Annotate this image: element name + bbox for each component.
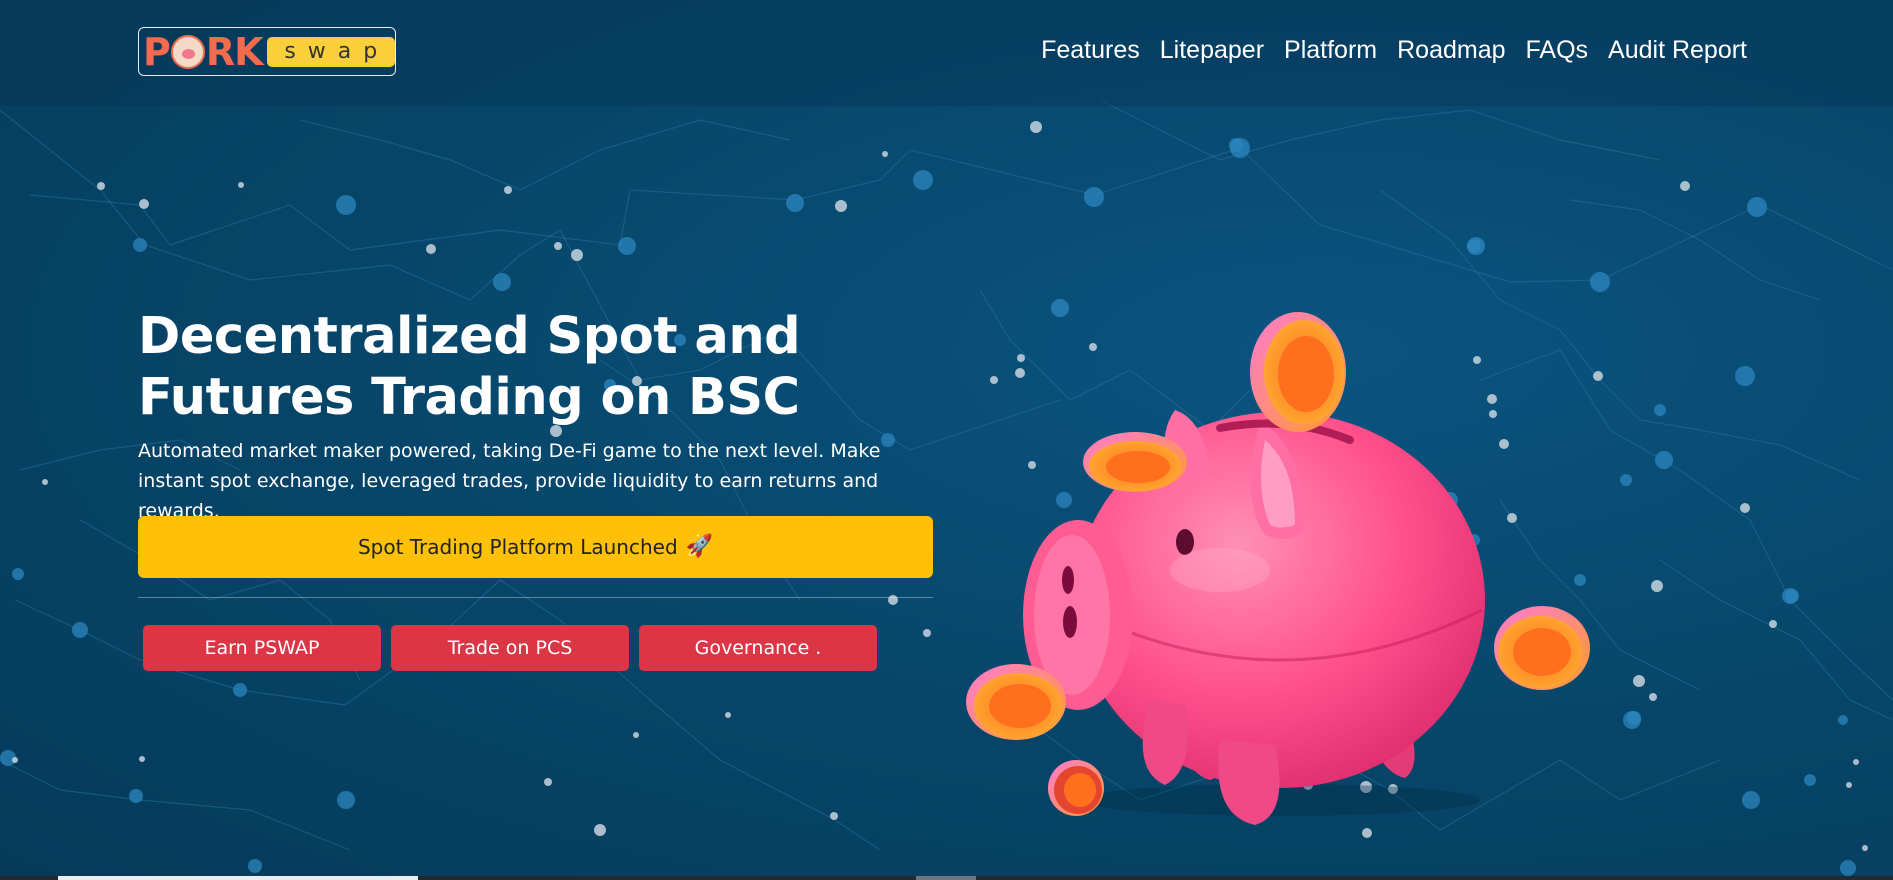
governance-button[interactable]: Governance . xyxy=(639,625,877,671)
rocket-icon: 🚀 xyxy=(685,534,714,559)
logo-pork-text: P RK xyxy=(143,29,264,74)
earn-pswap-button[interactable]: Earn PSWAP xyxy=(143,625,381,671)
piggy-bank-with-coins-icon xyxy=(966,312,1590,825)
logo-letters-rk: RK xyxy=(205,29,264,74)
porkswap-logo[interactable]: P RK swap xyxy=(138,27,396,76)
spot-trading-launched-button[interactable]: Spot Trading Platform Launched 🚀 xyxy=(138,516,933,578)
hero-divider xyxy=(138,597,933,598)
nav-link-platform[interactable]: Platform xyxy=(1284,36,1377,65)
nav-link-faqs[interactable]: FAQs xyxy=(1526,36,1589,65)
hero-title: Decentralized Spot and Futures Trading o… xyxy=(138,307,801,427)
nav-link-litepaper[interactable]: Litepaper xyxy=(1160,36,1264,65)
logo-swap-text: swap xyxy=(284,39,390,64)
launch-button-label: Spot Trading Platform Launched xyxy=(357,535,678,559)
logo-letter-p: P xyxy=(143,29,171,74)
pig-face-icon xyxy=(170,34,205,69)
page: P RK swap Features Litepaper Platform Ro… xyxy=(0,0,1893,880)
nav-link-roadmap[interactable]: Roadmap xyxy=(1397,36,1505,65)
scroll-indicator xyxy=(0,876,1893,880)
hero-subtitle: Automated market maker powered, taking D… xyxy=(138,440,881,522)
nav-link-audit-report[interactable]: Audit Report xyxy=(1608,36,1747,65)
logo-swap-box: swap xyxy=(266,36,395,67)
scroll-indicator-active xyxy=(58,876,418,880)
trade-on-pcs-button[interactable]: Trade on PCS xyxy=(391,625,629,671)
scroll-indicator-thumb xyxy=(916,876,976,880)
main-nav: Features Litepaper Platform Roadmap FAQs… xyxy=(1041,36,1747,65)
hero-action-buttons: Earn PSWAP Trade on PCS Governance . xyxy=(143,625,877,671)
nav-link-features[interactable]: Features xyxy=(1041,36,1140,65)
